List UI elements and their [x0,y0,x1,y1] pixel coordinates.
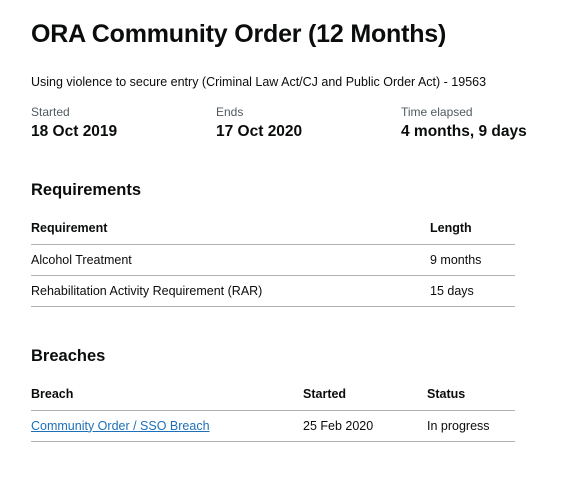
time-elapsed: Time elapsed 4 months, 9 days [401,104,527,143]
table-header-row: Breach Started Status [31,379,515,411]
requirements-heading: Requirements [31,181,142,199]
requirement-name: Alcohol Treatment [31,244,430,276]
breach-link[interactable]: Community Order / SSO Breach [31,419,210,433]
column-header-breach: Breach [31,379,303,411]
column-header-length: Length [430,213,515,245]
breaches-heading: Breaches [31,347,106,365]
column-header-status: Status [427,379,515,411]
breaches-table: Breach Started Status Community Order / … [31,379,515,442]
started-label: Started [31,105,70,119]
breach-cell: Community Order / SSO Breach [31,410,303,442]
table-row: Community Order / SSO Breach 25 Feb 2020… [31,410,515,442]
page-title: ORA Community Order (12 Months) [31,20,447,48]
requirement-length: 15 days [430,275,515,307]
started-date: Started 18 Oct 2019 [31,104,117,143]
end-date: Ends 17 Oct 2020 [216,104,302,143]
ends-label: Ends [216,105,244,119]
requirement-length: 9 months [430,244,515,276]
column-header-requirement: Requirement [31,213,430,245]
breach-status: In progress [427,410,515,442]
order-dates: Started 18 Oct 2019 Ends 17 Oct 2020 Tim… [31,104,551,144]
offence-description: Using violence to secure entry (Criminal… [31,75,487,89]
requirements-table: Requirement Length Alcohol Treatment 9 m… [31,213,515,307]
elapsed-label: Time elapsed [401,105,473,119]
table-header-row: Requirement Length [31,213,515,245]
breach-started: 25 Feb 2020 [303,410,427,442]
elapsed-value: 4 months, 9 days [401,123,527,140]
ends-value: 17 Oct 2020 [216,123,303,140]
table-row: Alcohol Treatment 9 months [31,244,515,276]
requirement-name: Rehabilitation Activity Requirement (RAR… [31,275,430,307]
table-row: Rehabilitation Activity Requirement (RAR… [31,275,515,307]
column-header-started: Started [303,379,427,411]
started-value: 18 Oct 2019 [31,123,118,140]
